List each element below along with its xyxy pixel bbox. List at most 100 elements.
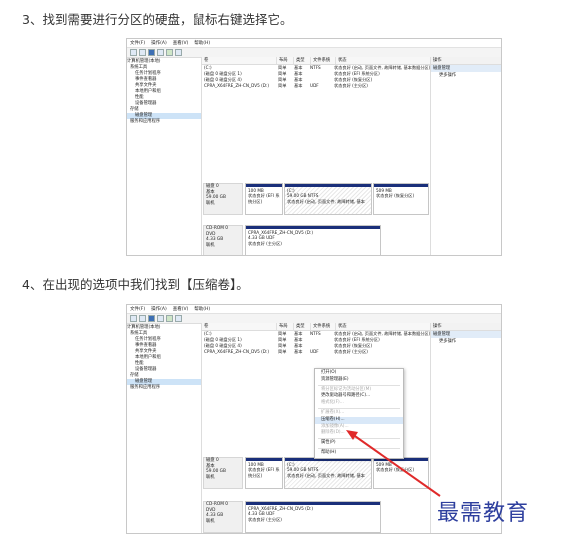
partition-c[interactable]: (C:) 59.00 GB NTFS 状态良好 (启动, 页面文件, 故障转储,…	[284, 183, 372, 215]
disk0-row: 磁盘 0 基本 59.00 GB 联机 100 MB 状态良好 (EFI 系统分…	[203, 183, 429, 215]
properties-icon[interactable]	[157, 315, 164, 322]
help-icon[interactable]	[166, 315, 173, 322]
partition-status: 状态良好 (恢复分区)	[376, 193, 415, 199]
cell-layout: 简单	[278, 83, 287, 88]
col-type[interactable]: 类型	[294, 57, 311, 64]
table-row[interactable]: CPRA_X64FRE_ZH-CN_DV5 (D:) 简单 基本 UDF 状态良好 (主…	[202, 83, 431, 89]
forward-icon[interactable]	[139, 49, 146, 56]
disk0-info[interactable]: 磁盘 0 基本 59.00 GB 联机	[203, 183, 243, 215]
col-status[interactable]: 状态	[336, 57, 431, 64]
disk0-state: 联机	[206, 474, 215, 480]
menu-bar: 文件(F) 操作(A) 查看(V) 帮助(H)	[127, 305, 501, 314]
menu-bar: 文件(F) 操作(A) 查看(V) 帮助(H)	[127, 39, 501, 48]
tree-services[interactable]: 服务和应用程序	[127, 385, 201, 391]
col-fs[interactable]: 文件系统	[311, 323, 336, 330]
disk0-state: 联机	[206, 200, 215, 206]
ctx-separator	[318, 447, 400, 449]
navigation-tree: 计算机管理(本地) 系统工具 任务计划程序 事件查看器 共享文件夹 本地用户和组…	[127, 57, 202, 255]
cdrom-state: 联机	[206, 518, 215, 524]
menu-help[interactable]: 帮助(H)	[194, 40, 210, 46]
col-status[interactable]: 状态	[336, 323, 431, 330]
ctx-format[interactable]: 格式化(F)...	[315, 400, 403, 407]
col-layout[interactable]: 布局	[277, 323, 294, 330]
ctx-separator	[318, 407, 400, 409]
step3-text: 3、找到需要进行分区的硬盘，鼠标右键选择它。	[22, 12, 293, 27]
partition-status: 状态良好 (EFI 系统分区)	[248, 467, 280, 478]
disk0-row: 磁盘 0 基本 59.00 GB 联机 100 MB 状态良好 (EFI 系统分…	[203, 457, 429, 489]
menu-view[interactable]: 查看(V)	[173, 306, 189, 312]
list-header: 卷 布局 类型 文件系统 状态	[202, 57, 431, 65]
disk0-info[interactable]: 磁盘 0 基本 59.00 GB 联机	[203, 457, 243, 489]
view-icon[interactable]	[175, 49, 182, 56]
up-icon[interactable]	[148, 315, 155, 322]
cdrom-state: 联机	[206, 242, 215, 248]
ctx-shrink[interactable]: 压缩卷(H)...	[315, 416, 403, 424]
context-menu: 打开(O) 资源管理器(E) 将分区标记为活动分区(M) 更改驱动器号和路径(C…	[314, 368, 404, 459]
up-icon[interactable]	[148, 49, 155, 56]
partition-d[interactable]: CPRA_X64FRE_ZH-CN_DV5 (D:) 4.33 GB UDF 状…	[245, 501, 381, 533]
col-volume[interactable]: 卷	[202, 57, 277, 64]
ctx-properties[interactable]: 属性(P)	[315, 440, 403, 447]
col-volume[interactable]: 卷	[202, 323, 277, 330]
cell-status: 状态良好 (主分区)	[334, 349, 368, 354]
menu-help[interactable]: 帮助(H)	[194, 306, 210, 312]
ctx-help[interactable]: 帮助(H)	[315, 450, 403, 457]
back-icon[interactable]	[130, 49, 137, 56]
actions-pane: 操作 磁盘管理 更多操作	[430, 57, 501, 255]
cell-volume: CPRA_X64FRE_ZH-CN_DV5 (D:)	[204, 349, 269, 354]
partition-status: 状态良好 (启动, 页面文件, 故障转储, 基本	[287, 198, 365, 204]
table-row[interactable]: CPRA_X64FRE_ZH-CN_DV5 (D:) 简单 基本 UDF 状态良好 (主…	[202, 349, 431, 355]
cell-fs: UDF	[310, 349, 319, 354]
col-fs[interactable]: 文件系统	[311, 57, 336, 64]
partition-recovery[interactable]: 509 MB 状态良好 (恢复分区)	[373, 183, 429, 215]
partition-efi[interactable]: 100 MB 状态良好 (EFI 系统分区)	[245, 457, 283, 489]
cell-fs: UDF	[310, 83, 319, 88]
cdrom-row: CD-ROM 0 DVD 4.33 GB 联机 CPRA_X64FRE_ZH-C…	[203, 501, 429, 533]
menu-file[interactable]: 文件(F)	[130, 40, 145, 46]
cdrom-info[interactable]: CD-ROM 0 DVD 4.33 GB 联机	[203, 501, 243, 533]
disk-management-screenshot-1: 文件(F) 操作(A) 查看(V) 帮助(H) 计算机管理(本地) 系统工具 任…	[126, 38, 502, 256]
watermark-logo: 最需教育	[437, 501, 530, 526]
partition-efi[interactable]: 100 MB 状态良好 (EFI 系统分区)	[245, 183, 283, 215]
partition-recovery[interactable]: 509 MB 状态良好 (恢复分区)	[373, 457, 429, 489]
ctx-separator	[318, 384, 400, 386]
partition-d[interactable]: CPRA_X64FRE_ZH-CN_DV5 (D:) 4.33 GB UDF 状…	[245, 225, 381, 255]
menu-file[interactable]: 文件(F)	[130, 306, 145, 312]
cdrom-info[interactable]: CD-ROM 0 DVD 4.33 GB 联机	[203, 225, 243, 255]
ctx-delete[interactable]: 删除卷(D)...	[315, 430, 403, 437]
ctx-explorer[interactable]: 资源管理器(E)	[315, 377, 403, 384]
step4-text: 4、在出现的选项中我们找到【压缩卷】。	[22, 277, 249, 292]
back-icon[interactable]	[130, 315, 137, 322]
help-icon[interactable]	[166, 49, 173, 56]
menu-action[interactable]: 操作(A)	[151, 306, 167, 312]
actions-header: 操作	[431, 323, 501, 331]
cell-type: 基本	[294, 349, 303, 354]
actions-header: 操作	[431, 57, 501, 65]
ctx-open[interactable]: 打开(O)	[315, 370, 403, 377]
col-layout[interactable]: 布局	[277, 57, 294, 64]
col-type[interactable]: 类型	[294, 323, 311, 330]
cell-volume: CPRA_X64FRE_ZH-CN_DV5 (D:)	[204, 83, 269, 88]
view-icon[interactable]	[175, 315, 182, 322]
partition-c[interactable]: (C:) 59.00 GB NTFS 状态良好 (启动, 页面文件, 故障转储,…	[284, 457, 372, 489]
tree-services[interactable]: 服务和应用程序	[127, 119, 201, 125]
forward-icon[interactable]	[139, 315, 146, 322]
actions-disk-management[interactable]: 磁盘管理	[431, 331, 501, 338]
actions-disk-management[interactable]: 磁盘管理	[431, 65, 501, 72]
actions-more[interactable]: 更多操作	[431, 338, 501, 345]
cell-type: 基本	[294, 83, 303, 88]
ctx-extend[interactable]: 扩展卷(X)...	[315, 410, 403, 417]
partition-status: 状态良好 (EFI 系统分区)	[248, 193, 280, 204]
actions-more[interactable]: 更多操作	[431, 72, 501, 79]
properties-icon[interactable]	[157, 49, 164, 56]
cell-layout: 简单	[278, 349, 287, 354]
cdrom-row: CD-ROM 0 DVD 4.33 GB 联机 CPRA_X64FRE_ZH-C…	[203, 225, 429, 255]
partition-status: 状态良好 (主分区)	[248, 240, 282, 246]
partition-status: 状态良好 (主分区)	[248, 516, 282, 522]
partition-status: 状态良好 (恢复分区)	[376, 467, 415, 473]
partition-status: 状态良好 (启动, 页面文件, 故障转储, 基本	[287, 472, 365, 478]
menu-view[interactable]: 查看(V)	[173, 40, 189, 46]
cell-status: 状态良好 (主分区)	[334, 83, 368, 88]
menu-action[interactable]: 操作(A)	[151, 40, 167, 46]
navigation-tree: 计算机管理(本地) 系统工具 任务计划程序 事件查看器 共享文件夹 本地用户和组…	[127, 323, 202, 533]
